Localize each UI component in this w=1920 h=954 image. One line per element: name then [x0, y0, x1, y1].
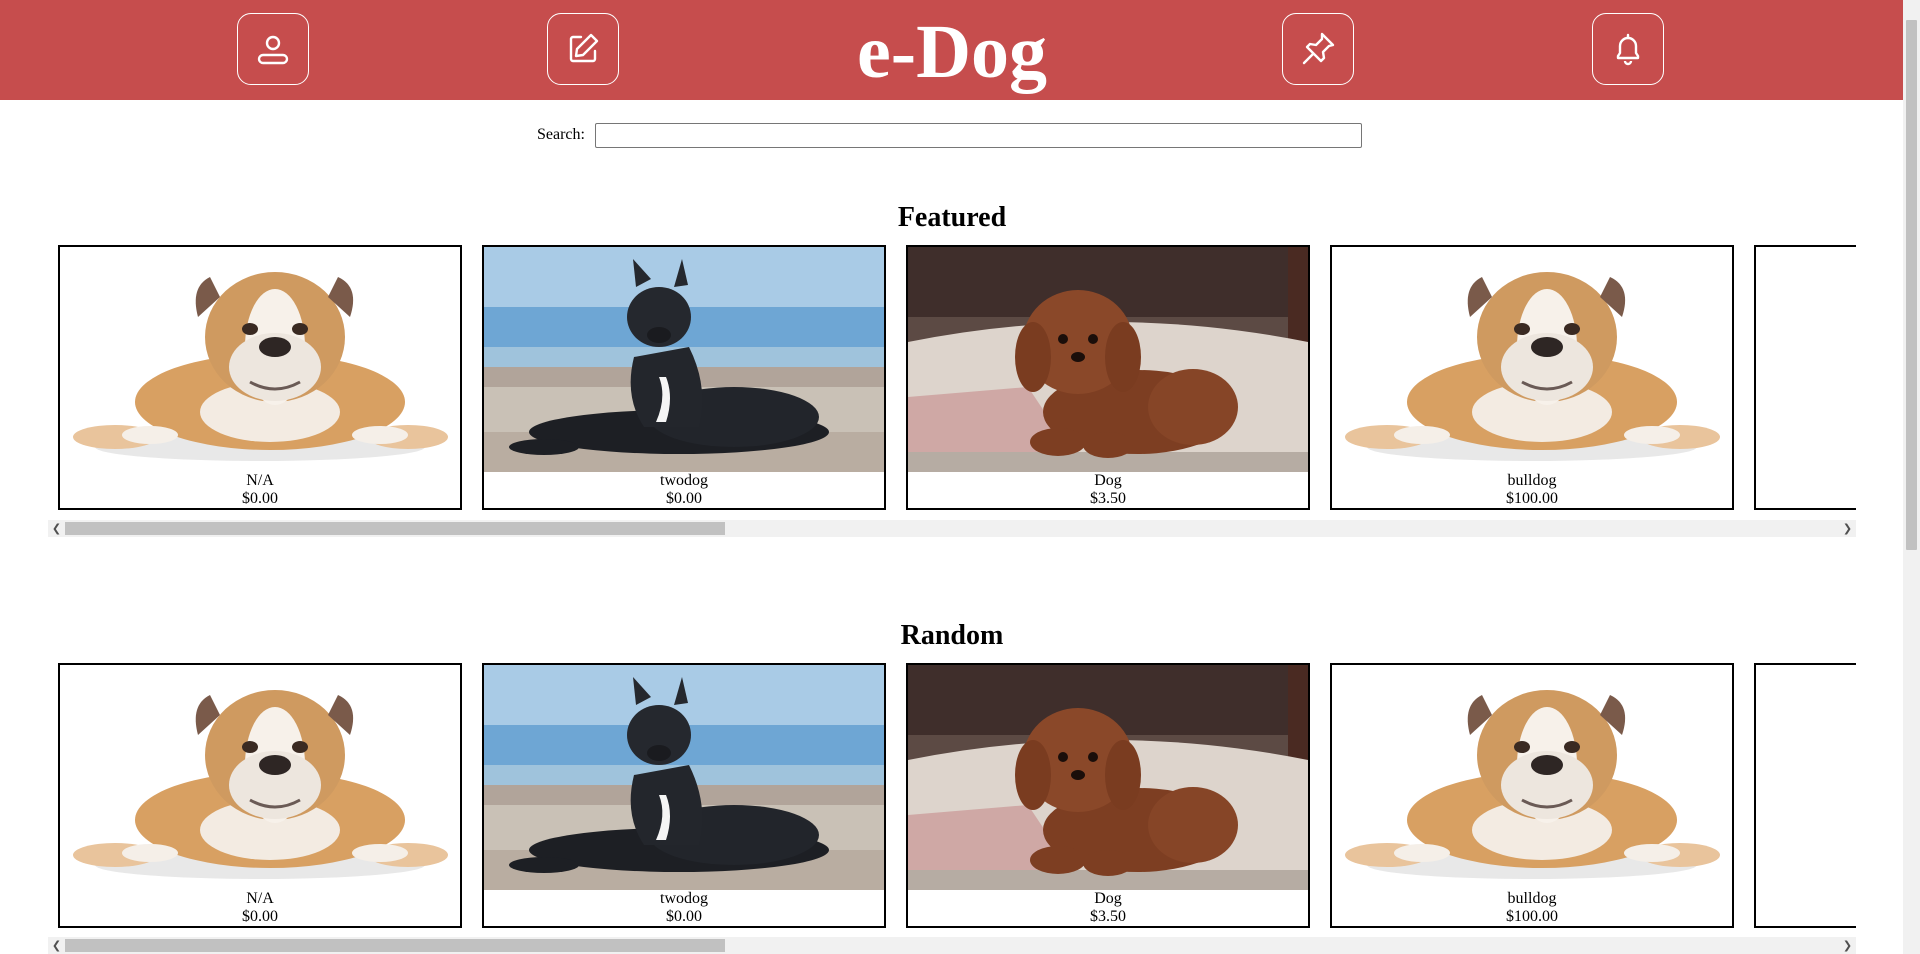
random-carousel: N/A $0.00 twodog $0.00 Dog $3.50 bulldog…	[48, 663, 1856, 931]
product-card-partial[interactable]	[1754, 663, 1856, 928]
random-scrollbar[interactable]: ❮ ❯	[48, 937, 1856, 954]
product-card[interactable]: Dog $3.50	[906, 663, 1310, 928]
notifications-button[interactable]	[1592, 13, 1664, 85]
product-price: $100.00	[1506, 908, 1558, 925]
product-image	[908, 247, 1308, 472]
product-card[interactable]: N/A $0.00	[58, 245, 462, 510]
scroll-right-arrow-icon[interactable]: ❯	[1839, 520, 1856, 537]
scrollbar-thumb[interactable]	[65, 939, 725, 952]
product-image	[1332, 247, 1732, 472]
product-price: $3.50	[1090, 908, 1126, 925]
product-price: $100.00	[1506, 490, 1558, 507]
product-card[interactable]: twodog $0.00	[482, 245, 886, 510]
product-image	[484, 247, 884, 472]
scroll-left-arrow-icon[interactable]: ❮	[48, 520, 65, 537]
scroll-left-arrow-icon[interactable]: ❮	[48, 937, 65, 954]
product-name: N/A	[246, 890, 274, 907]
product-name: N/A	[246, 472, 274, 489]
product-image	[484, 665, 884, 890]
product-card-partial[interactable]	[1754, 245, 1856, 510]
product-name: Dog	[1094, 890, 1122, 907]
product-name: Dog	[1094, 472, 1122, 489]
featured-carousel: N/A $0.00 twodog $0.00 Dog $3.50 bulldog…	[48, 245, 1856, 513]
section-title-featured: Featured	[897, 202, 1007, 233]
product-price: $0.00	[666, 490, 702, 507]
page-scrollbar-thumb[interactable]	[1906, 20, 1917, 550]
product-card[interactable]: N/A $0.00	[58, 663, 462, 928]
section-title-random: Random	[900, 620, 1004, 651]
product-price: $3.50	[1090, 490, 1126, 507]
search-bar: Search:	[537, 121, 1362, 149]
product-image	[60, 665, 460, 890]
pin-icon	[1302, 32, 1335, 65]
product-name: twodog	[660, 890, 708, 907]
product-card[interactable]: bulldog $100.00	[1330, 245, 1734, 510]
product-card[interactable]: bulldog $100.00	[1330, 663, 1734, 928]
product-price: $0.00	[242, 908, 278, 925]
featured-scrollbar[interactable]: ❮ ❯	[48, 520, 1856, 537]
product-card[interactable]: Dog $3.50	[906, 245, 1310, 510]
product-image	[908, 665, 1308, 890]
product-image	[1332, 665, 1732, 890]
search-input[interactable]	[594, 122, 1362, 148]
scrollbar-thumb[interactable]	[65, 522, 725, 535]
bell-icon	[1616, 33, 1640, 66]
product-price: $0.00	[666, 908, 702, 925]
page-scrollbar[interactable]	[1903, 0, 1920, 954]
search-label: Search:	[537, 126, 585, 143]
product-name: twodog	[660, 472, 708, 489]
product-price: $0.00	[242, 490, 278, 507]
scroll-right-arrow-icon[interactable]: ❯	[1839, 937, 1856, 954]
product-name: bulldog	[1507, 890, 1557, 907]
site-header: e-Dog	[0, 0, 1904, 100]
pin-button[interactable]	[1282, 13, 1354, 85]
product-name: bulldog	[1507, 472, 1557, 489]
product-card[interactable]: twodog $0.00	[482, 663, 886, 928]
product-image	[60, 247, 460, 472]
